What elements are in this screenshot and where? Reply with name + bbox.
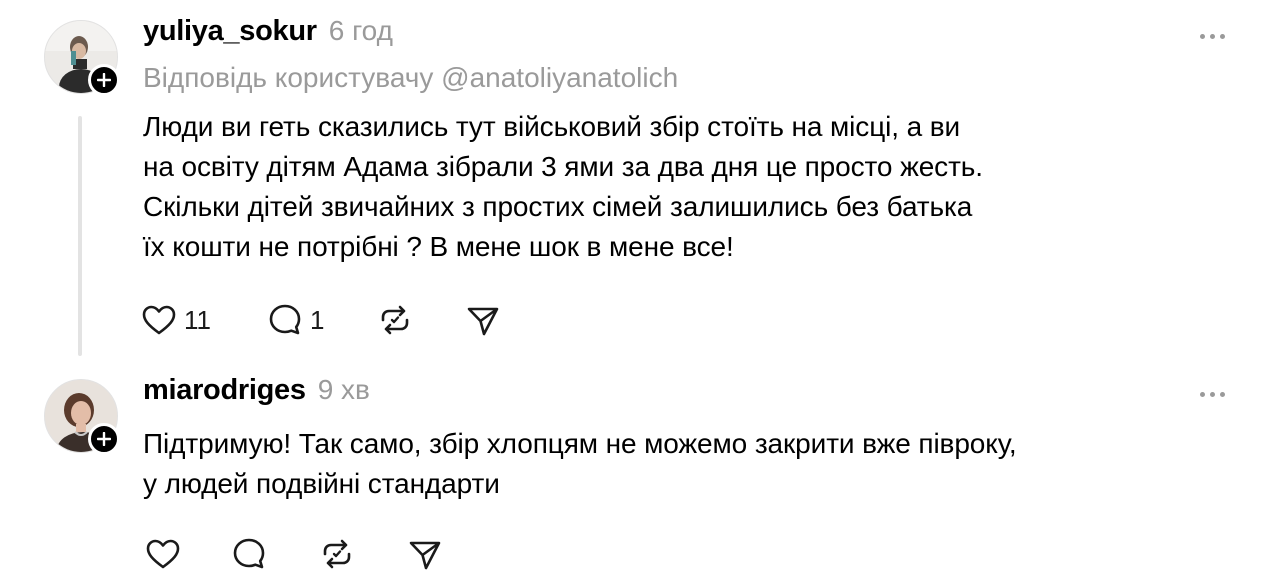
comment-button[interactable] [230,534,268,574]
dot-icon [1199,33,1205,39]
timestamp: 9 хв [317,374,370,405]
like-count: 11 [184,304,211,335]
username[interactable]: miarodriges [143,374,306,407]
text-line: Люди ви геть сказились тут військовий зб… [143,111,961,142]
heart-icon [146,539,180,569]
dot-icon [1209,33,1215,39]
repost-button[interactable] [318,534,356,574]
repost-icon [323,539,351,569]
follow-button[interactable] [88,423,120,455]
post-yuliya: yuliya_sokur 6 год Відповідь користувачу… [0,0,1262,362]
dot-icon [1219,391,1225,397]
dot-icon [1219,33,1225,39]
text-line: Скільки дітей звичайних з простих сімей … [143,191,973,222]
username[interactable]: yuliya_sokur [143,15,317,48]
share-button[interactable] [464,300,502,340]
post-header: miarodriges 9 хв [143,374,370,407]
post-text: Підтримую! Так само, збір хлопцям не мож… [143,424,1017,504]
plus-icon [97,73,111,87]
reply-to-label: Відповідь користувачу @anatoliyanatolich [143,62,679,93]
comment-icon [233,538,265,569]
text-line: їх кошти не потрібні ? В мене шок в мене… [143,231,734,262]
post-header: yuliya_sokur 6 год [143,15,393,48]
timestamp: 6 год [328,15,393,46]
post-miarodriges: miarodriges 9 хв Підтримую! Так само, зб… [0,362,1262,576]
dot-icon [1199,391,1205,397]
share-button[interactable] [406,534,444,574]
repost-button[interactable] [376,300,414,340]
more-options-button[interactable] [1196,388,1228,400]
share-icon [409,541,441,570]
dot-icon [1209,391,1215,397]
follow-button[interactable] [88,64,120,96]
text-line: на освіту дітям Адама зібрали 3 ями за д… [143,151,983,182]
reply-count: 1 [310,304,325,335]
avatar-container [44,20,120,96]
text-line: Підтримую! Так само, збір хлопцям не мож… [143,428,1017,459]
more-options-button[interactable] [1196,30,1228,42]
heart-icon [142,305,176,335]
repost-icon [381,305,409,335]
post-text: Люди ви геть сказились тут військовий зб… [143,107,983,267]
thread-line [78,116,82,356]
comment-icon [269,304,301,335]
plus-icon [97,432,111,446]
avatar-container [44,379,120,455]
like-button[interactable] [144,534,182,574]
like-button[interactable]: 11 [140,300,211,340]
text-line: у людей подвійні стандарти [143,468,500,499]
comment-button[interactable]: 1 [266,300,324,340]
share-icon [467,307,499,336]
